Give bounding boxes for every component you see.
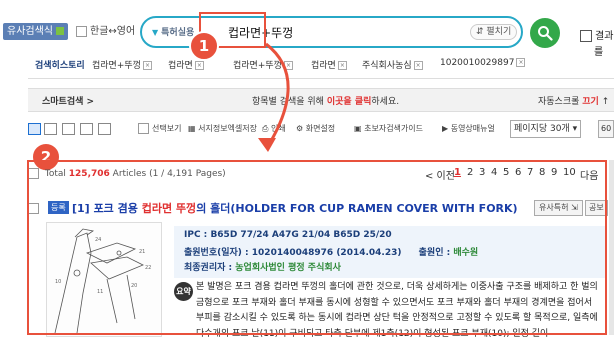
view-detail-icon[interactable] — [62, 123, 75, 135]
toolbar-item-label: 동영상매뉴얼 — [450, 124, 495, 133]
arrow-icon — [56, 27, 64, 35]
close-icon[interactable]: × — [194, 61, 204, 70]
close-icon[interactable]: × — [142, 61, 152, 70]
auto-scroll-label: 자동스크롤 — [538, 97, 580, 107]
view-thumb-icon[interactable] — [44, 123, 57, 135]
toolbar-print[interactable]: ⎙ 인쇄 — [262, 123, 286, 134]
search-within-results[interactable]: 결과 내 — [580, 27, 614, 42]
similar-search-button[interactable]: 유사검색식 — [3, 23, 68, 40]
toolbar-screen-settings[interactable]: ⚙ 화면설정 — [296, 123, 335, 134]
view-list-icon[interactable] — [28, 123, 41, 135]
gear-icon: ⚙ — [296, 124, 306, 133]
search-type-select[interactable]: ▼ 특허실용 — [152, 25, 194, 38]
expand-label: 펼치기 — [486, 27, 512, 37]
video-icon: ▶ — [442, 124, 451, 133]
hanen-toggle[interactable]: 한글↔영어 — [76, 24, 135, 40]
printer-icon: ⎙ — [262, 124, 271, 133]
history-item-label: 컵라면 — [168, 61, 193, 71]
scrollbar[interactable] — [609, 160, 614, 335]
chevron-down-icon: ▾ — [572, 124, 578, 134]
search-button[interactable] — [530, 18, 560, 48]
search-within-label: 결과 내 — [595, 31, 614, 42]
history-item-label: 주식회사농심 — [362, 61, 412, 71]
divider — [28, 78, 614, 79]
similar-search-label: 유사검색식 — [7, 26, 53, 37]
expand-button[interactable]: ⇵ 펼치기 — [470, 24, 518, 40]
history-item-label: 컵라면+뚜껑 — [92, 61, 141, 71]
view-compact-icon[interactable] — [98, 123, 111, 135]
close-icon[interactable]: × — [413, 61, 423, 70]
view-image-icon[interactable] — [80, 123, 93, 135]
excel-icon: ▦ — [188, 124, 199, 133]
smart-search-toggle[interactable]: 스마트검색 > — [42, 94, 94, 107]
close-icon[interactable]: × — [516, 58, 526, 67]
smart-msg-link[interactable]: 이곳을 클릭 — [327, 97, 372, 107]
pin-icon: ↑ — [601, 97, 610, 107]
search-within-checkbox[interactable] — [580, 30, 592, 42]
smart-msg-suffix: 하세요. — [371, 97, 400, 107]
page-size-value: 페이지당 30개 — [514, 124, 570, 134]
history-item[interactable]: 1020010029897 × — [440, 58, 526, 68]
history-item-label: 컵라면+뚜껑 — [233, 61, 282, 71]
toolbar-video-manual[interactable]: ▶ 동영상매뉴얼 — [442, 123, 495, 134]
search-icon — [538, 26, 553, 41]
toolbar-beginner-guide[interactable]: ▣ 초보자검색가이드 — [354, 123, 423, 134]
history-item[interactable]: 컵라면+뚜껑 × — [92, 58, 152, 71]
history-item[interactable]: 컵라면 × — [311, 58, 347, 71]
page-size-select[interactable]: 페이지당 30개 ▾ — [510, 120, 582, 138]
results-highlight-box — [27, 160, 607, 335]
expand-icon: ⇵ — [476, 27, 487, 37]
toolbar-item-label: 서지정보엑셀저장 — [198, 124, 257, 133]
history-item-label: 컵라면 — [311, 61, 336, 71]
toolbar-excel-export[interactable]: ▦ 서지정보엑셀저장 — [188, 123, 257, 134]
close-icon[interactable]: × — [337, 61, 347, 70]
toolbar-item-label: 선택보기 — [152, 124, 182, 133]
toolbar-select-view[interactable]: 선택보기 — [138, 123, 181, 134]
smart-msg-prefix: 항목별 검색을 위해 — [252, 97, 324, 107]
select-view-checkbox[interactable] — [138, 123, 149, 134]
auto-scroll-toggle[interactable]: 끄기 — [582, 97, 599, 107]
guide-icon: ▣ — [354, 124, 365, 133]
toolbar-item-label: 화면설정 — [305, 124, 336, 133]
toolbar-item-label: 초보자검색가이드 — [364, 124, 423, 133]
auto-scroll[interactable]: 자동스크롤 끄기 ↑ — [538, 94, 609, 107]
history-label: 검색히스토리 — [35, 61, 85, 71]
smart-search-message: 항목별 검색을 위해 이곳을 클릭하세요. — [252, 94, 399, 107]
hanen-checkbox[interactable] — [76, 25, 87, 37]
page-size-go-button[interactable]: 60 — [598, 120, 614, 138]
history-item-label: 1020010029897 — [440, 58, 515, 68]
history-item[interactable]: 주식회사농심 × — [362, 58, 423, 71]
search-within-label-2: 를 — [594, 47, 604, 58]
search-type-label: 특허실용 — [161, 28, 195, 38]
triangle-down-icon: ▼ — [152, 28, 159, 37]
hanen-label: 한글↔영어 — [90, 26, 136, 37]
history-item[interactable]: 컵라면+뚜껑 × — [233, 58, 293, 71]
close-icon[interactable]: × — [283, 61, 293, 70]
annotation-badge-1: 1 — [189, 31, 219, 61]
toolbar-item-label: 인쇄 — [270, 124, 286, 133]
